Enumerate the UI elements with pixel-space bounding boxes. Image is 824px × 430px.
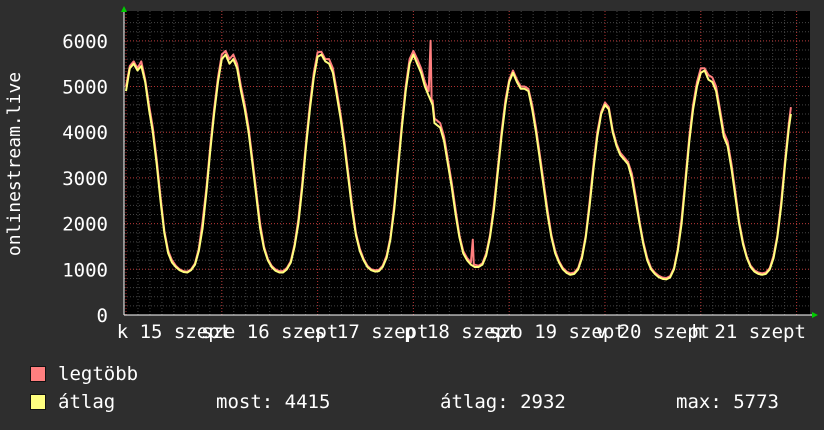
y-tick-label: 4000: [62, 122, 108, 144]
stat-average: átlag: 2932: [440, 391, 566, 413]
stat-now: most: 4415: [216, 391, 331, 413]
y-tick-label: 3000: [62, 168, 108, 190]
y-tick-labels: 0 1000 2000 3000 4000 5000 6000: [62, 31, 108, 327]
y-tick-label: 2000: [62, 214, 108, 236]
stat-max: max: 5773: [676, 391, 779, 413]
chart: 0 1000 2000 3000 4000 5000 6000 k 15 szept sze …: [0, 0, 824, 430]
y-tick-label: 5000: [62, 77, 108, 99]
legend-swatch-max: [30, 366, 46, 382]
y-tick-label: 1000: [62, 259, 108, 281]
legend-item-avg: átlag: [30, 390, 115, 414]
plot-svg: 0 1000 2000 3000 4000 5000 6000 k 15 szeptsze …: [4, 6, 818, 343]
legend-label-avg: átlag: [58, 391, 116, 413]
legend-label-max: legtöbb: [58, 363, 139, 385]
y-tick-label: 6000: [62, 31, 108, 53]
legend-item-max: legtöbb: [30, 362, 138, 386]
y-axis-title: onlinestream.live: [4, 72, 25, 256]
x-tick-labels: k 15 szeptsze 16 szeptcs 17 szeptp 18 sz…: [117, 321, 806, 343]
y-tick-label: 0: [97, 305, 108, 327]
x-axis-arrow: [812, 312, 818, 318]
x-tick-label: h 21 szept: [692, 321, 806, 343]
y-axis-arrow: [121, 6, 127, 12]
legend-swatch-avg: [30, 394, 46, 410]
